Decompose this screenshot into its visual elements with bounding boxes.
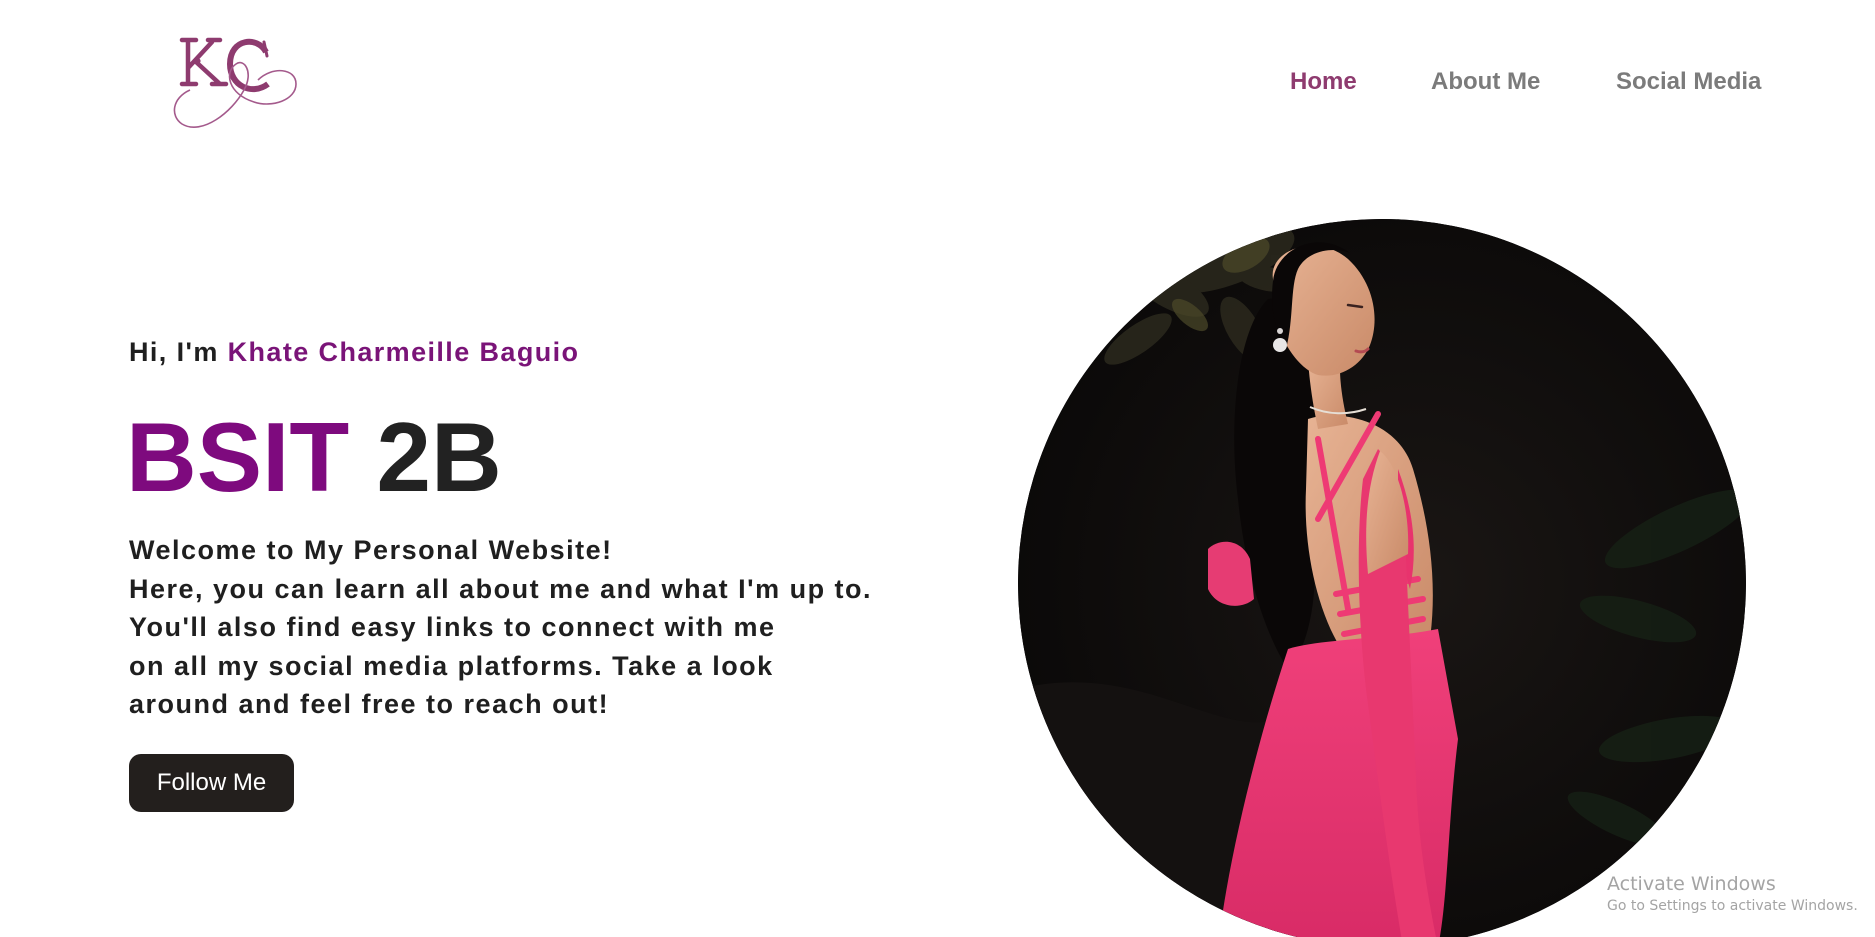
main-nav: Home About Me Social Media (0, 68, 1875, 98)
intro-line: on all my social media platforms. Take a… (129, 650, 774, 681)
owner-name: Khate Charmeille Baguio (227, 337, 580, 367)
intro-line: You'll also find easy links to connect w… (129, 612, 776, 642)
intro-line: Here, you can learn all about me and wha… (129, 573, 873, 604)
watermark-title: Activate Windows (1607, 873, 1776, 895)
nav-about-me-link[interactable]: About Me (1431, 68, 1540, 96)
hero-greeting: Hi, I'm Khate Charmeille Baguio (129, 337, 579, 368)
follow-me-button[interactable]: Follow Me (129, 754, 294, 812)
intro-line: Welcome to My Personal Website! (129, 535, 613, 565)
windows-activation-watermark: Activate Windows Go to Settings to activ… (1607, 872, 1858, 916)
nav-social-media-link[interactable]: Social Media (1616, 68, 1761, 96)
headline-course: BSIT (126, 402, 350, 512)
nav-home-link[interactable]: Home (1290, 68, 1357, 96)
hero-headline: BSIT 2B (126, 408, 502, 506)
intro-line: around and feel free to reach out! (129, 689, 610, 719)
profile-photo-icon (1018, 219, 1746, 937)
profile-photo (1018, 219, 1746, 937)
page: Home About Me Social Media Hi, I'm Khate… (0, 0, 1875, 937)
greeting-prefix: Hi, I'm (129, 337, 228, 367)
hero-intro: Welcome to My Personal Website! Here, yo… (129, 531, 872, 724)
watermark-subtitle: Go to Settings to activate Windows. (1607, 898, 1858, 914)
headline-section: 2B (376, 402, 502, 512)
